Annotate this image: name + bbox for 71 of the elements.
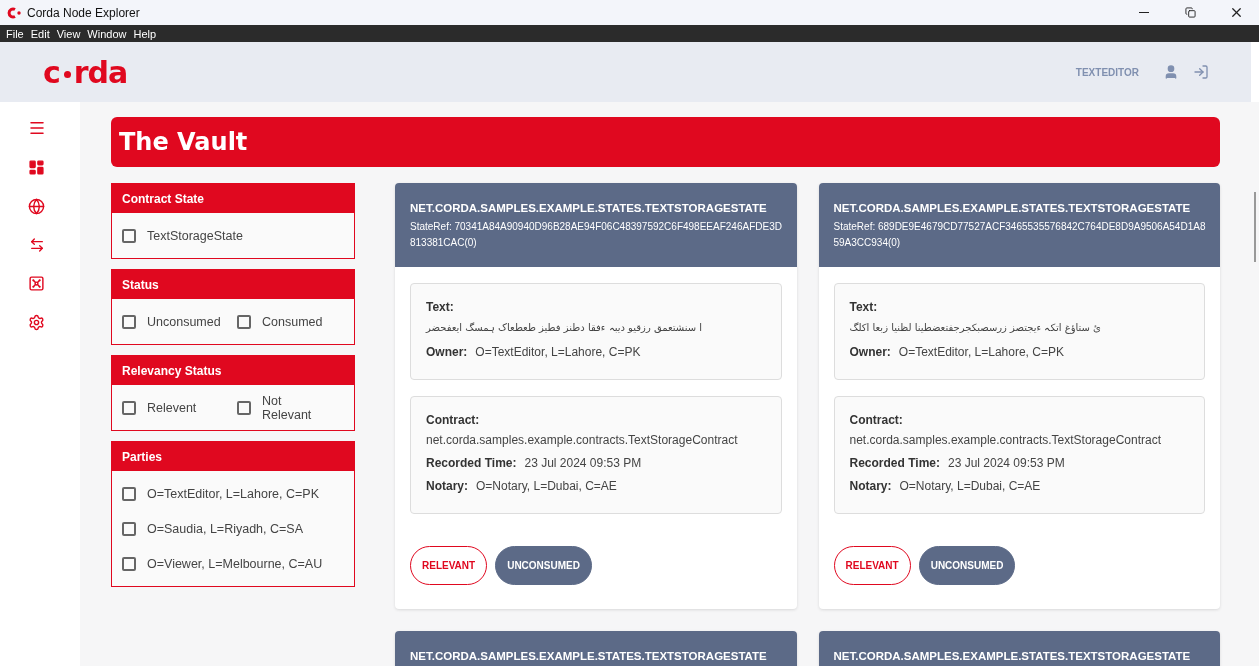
- checkbox-label: Not Relevant: [262, 393, 313, 422]
- user-icon[interactable]: [1163, 64, 1179, 80]
- status-chip: UNCONSUMED: [495, 546, 592, 585]
- status-chip: RELEVANT: [833, 546, 911, 585]
- checkbox[interactable]: [122, 556, 136, 571]
- filter-title: Status: [112, 270, 354, 299]
- field-label: Contract:: [426, 413, 481, 427]
- logout-icon[interactable]: [1193, 64, 1209, 80]
- menu-item[interactable]: Help: [133, 27, 157, 40]
- filter-title: Contract State: [112, 184, 354, 213]
- checkbox[interactable]: [122, 228, 136, 243]
- checkbox-label: Relevent: [147, 400, 197, 415]
- checkbox[interactable]: [122, 314, 136, 329]
- menu-icon[interactable]: [27, 119, 46, 137]
- field-value: O=Notary, L=Dubai, C=AE: [476, 479, 617, 493]
- field-value: net.corda.samples.example.contracts.TextStorageContract: [849, 433, 1162, 447]
- checkbox[interactable]: [237, 400, 251, 415]
- vault-icon[interactable]: [28, 275, 45, 292]
- checkbox-label: O=Viewer, L=Melbourne, C=AU: [147, 556, 323, 571]
- window-title: Corda Node Explorer: [27, 5, 141, 20]
- filter-title: Relevancy Status: [112, 356, 354, 385]
- swap-arrows-icon[interactable]: [28, 237, 45, 253]
- user-name: TEXTEDITOR: [1075, 66, 1139, 78]
- field-label: Contract:: [849, 413, 904, 427]
- field-label: Notary:: [849, 479, 892, 493]
- field-label: Text:: [426, 300, 455, 314]
- checkbox-label: O=Saudia, L=Riyadh, C=SA: [147, 521, 303, 536]
- scrollbar-thumb[interactable]: [1254, 192, 1256, 262]
- checkbox-label: O=TextEditor, L=Lahore, C=PK: [147, 486, 319, 501]
- checkbox-label: Unconsumed: [147, 314, 221, 329]
- field-value: O=TextEditor, L=Lahore, C=PK: [898, 345, 1064, 359]
- status-chip: RELEVANT: [410, 546, 488, 585]
- field-value: یٔ ستاؤغ اتکہ ءیجتصز زرسصبکجرجفتعضطینا لظنیا زبعا اکلگ: [849, 321, 1101, 336]
- app-logo-icon: [7, 6, 21, 19]
- checkbox[interactable]: [122, 486, 136, 501]
- status-chip: UNCONSUMED: [918, 546, 1016, 585]
- field-label: Owner:: [849, 345, 891, 359]
- field-label: Owner:: [426, 345, 468, 359]
- field-value: O=TextEditor, L=Lahore, C=PK: [475, 345, 641, 359]
- page-title: The Vault: [119, 128, 248, 156]
- state-ref: StateRef: 70341A84A90940D96B28AE94F06C48397592C6F498EEAF246AFDE3D813381CAC(0): [410, 220, 783, 250]
- state-title: NET.CORDA.SAMPLES.EXAMPLE.STATES.TEXTSTORAGESTATE: [410, 202, 768, 214]
- filter-title: Parties: [112, 442, 354, 471]
- checkbox-label: Consumed: [262, 314, 323, 329]
- minimize-icon: [1139, 12, 1149, 13]
- field-value: 23 Jul 2024 09:53 PM: [947, 456, 1065, 470]
- menu-item[interactable]: Window: [87, 27, 127, 40]
- field-value: ا سنشتعمق رزقیو دیبہ ءفقا دطنز فطیز طعطعاک ہمسگ ایعفحضر: [426, 321, 703, 335]
- checkbox[interactable]: [237, 314, 251, 329]
- state-title: NET.CORDA.SAMPLES.EXAMPLE.STATES.TEXTSTORAGESTATE: [410, 650, 768, 662]
- checkbox[interactable]: [122, 400, 136, 415]
- menu-item[interactable]: File: [6, 27, 24, 40]
- menu-item[interactable]: View: [56, 27, 81, 40]
- field-value: 23 Jul 2024 09:53 PM: [524, 456, 642, 470]
- field-label: Recorded Time:: [426, 456, 517, 470]
- field-value: net.corda.samples.example.contracts.TextStorageContract: [426, 433, 739, 447]
- state-title: NET.CORDA.SAMPLES.EXAMPLE.STATES.TEXTSTORAGESTATE: [833, 650, 1192, 662]
- restore-icon: [1184, 7, 1196, 18]
- field-value: O=Notary, L=Dubai, C=AE: [899, 479, 1041, 493]
- settings-icon[interactable]: [28, 314, 45, 331]
- logo: c rda: [43, 54, 129, 90]
- state-ref: StateRef: 689DE9E4679CD77527ACF3465535576842C764DE8D9A9506A54D1A859A3CC934(0): [833, 220, 1207, 250]
- menu-item[interactable]: Edit: [30, 27, 50, 40]
- state-title: NET.CORDA.SAMPLES.EXAMPLE.STATES.TEXTSTORAGESTATE: [833, 202, 1192, 214]
- checkbox-label: TextStorageState: [147, 228, 243, 243]
- field-label: Text:: [849, 300, 879, 314]
- dashboard-icon[interactable]: [28, 159, 45, 176]
- field-label: Recorded Time:: [849, 456, 940, 470]
- globe-icon[interactable]: [28, 198, 45, 215]
- checkbox[interactable]: [122, 521, 136, 536]
- field-label: Notary:: [426, 479, 468, 493]
